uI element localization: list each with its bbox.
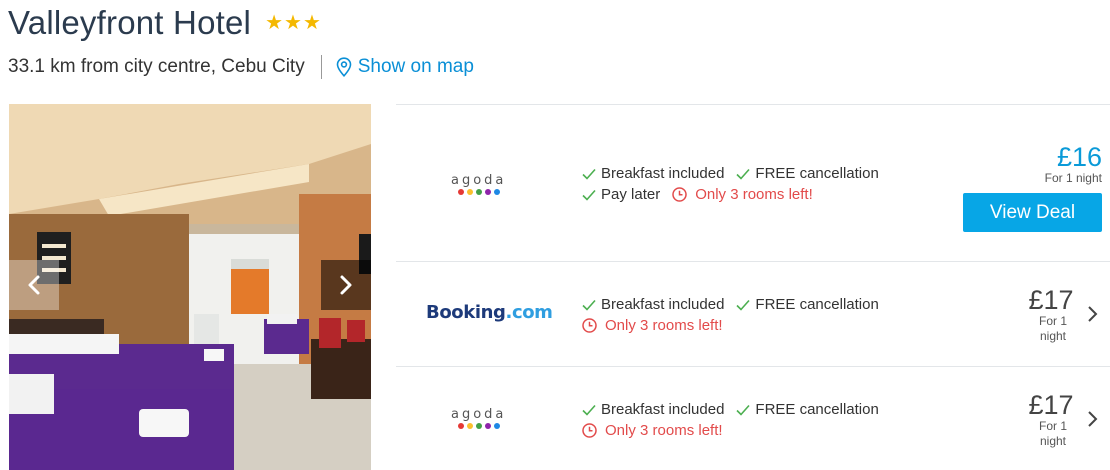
- photo-next-button[interactable]: [321, 260, 371, 310]
- hotel-location-row: 33.1 km from city centre, Cebu City Show…: [8, 55, 474, 79]
- rooms-left-warning: Only 3 rooms left!: [582, 315, 723, 336]
- agoda-logo-text: agoda: [451, 173, 507, 188]
- chevron-right-icon[interactable]: [1086, 410, 1098, 428]
- feature-free-cancellation: FREE cancellation: [736, 399, 879, 420]
- check-icon: [736, 168, 751, 180]
- clock-icon: [582, 423, 597, 438]
- show-on-map-label: Show on map: [357, 56, 474, 77]
- clock-icon: [582, 318, 597, 333]
- star-icon: ★: [265, 12, 284, 34]
- deal-list: agoda Breakfast included FREE cancellati…: [396, 104, 1110, 470]
- feature-free-cancellation: FREE cancellation: [736, 163, 879, 184]
- map-pin-icon: [336, 57, 352, 77]
- agoda-logo: agoda: [451, 407, 506, 429]
- price-note-line2: night: [1039, 329, 1067, 343]
- clock-icon: [672, 187, 687, 202]
- agoda-logo-text: agoda: [451, 407, 507, 422]
- deal-row-booking[interactable]: Booking.com Breakfast included FREE canc…: [396, 261, 1110, 366]
- hotel-header: Valleyfront Hotel ★ ★ ★: [8, 4, 321, 42]
- check-icon: [582, 168, 596, 180]
- hotel-photo[interactable]: [9, 104, 371, 470]
- check-icon: [582, 404, 596, 416]
- price-note: For 1 night: [1044, 171, 1102, 185]
- deal-price-block: £17 For 1 night: [1028, 391, 1074, 449]
- price-note-line1: For 1: [1038, 419, 1067, 433]
- agoda-logo: agoda: [451, 173, 506, 195]
- rooms-left-warning: Only 3 rooms left!: [672, 184, 813, 205]
- feature-pay-later: Pay later: [582, 184, 660, 205]
- chevron-right-icon[interactable]: [1086, 305, 1098, 323]
- check-icon: [736, 404, 751, 416]
- deal-features: Breakfast included FREE cancellation Pay…: [582, 163, 891, 205]
- chevron-left-icon: [28, 275, 40, 295]
- view-deal-button[interactable]: View Deal: [963, 193, 1102, 232]
- deal-price-block: £16 For 1 night View Deal: [963, 143, 1102, 232]
- price-note-line1: For 1: [1038, 314, 1067, 328]
- show-on-map-link[interactable]: Show on map: [336, 56, 474, 78]
- deal-price: £16: [1056, 142, 1102, 172]
- rooms-left-warning: Only 3 rooms left!: [582, 420, 723, 441]
- chevron-right-icon: [340, 275, 352, 295]
- deal-features: Breakfast included FREE cancellation Onl…: [582, 399, 891, 441]
- agoda-logo-dots: [457, 423, 500, 429]
- check-icon: [736, 299, 751, 311]
- star-rating: ★ ★ ★: [265, 13, 321, 33]
- deal-price: £17: [1028, 285, 1074, 315]
- check-icon: [582, 189, 596, 201]
- deal-row-agoda[interactable]: agoda Breakfast included FREE cancellati…: [396, 104, 1110, 261]
- deal-row-agoda[interactable]: agoda Breakfast included FREE cancellati…: [396, 366, 1110, 470]
- agoda-logo-dots: [457, 189, 500, 195]
- feature-breakfast: Breakfast included: [582, 163, 724, 184]
- deal-price: £17: [1028, 390, 1074, 420]
- feature-free-cancellation: FREE cancellation: [736, 294, 879, 315]
- booking-logo: Booking.com: [426, 302, 553, 323]
- feature-breakfast: Breakfast included: [582, 399, 724, 420]
- photo-prev-button[interactable]: [9, 260, 59, 310]
- hotel-distance: 33.1 km from city centre, Cebu City: [8, 56, 305, 77]
- check-icon: [582, 299, 596, 311]
- feature-breakfast: Breakfast included: [582, 294, 724, 315]
- divider: [320, 55, 322, 79]
- deal-price-block: £17 For 1 night: [1028, 286, 1074, 344]
- deal-features: Breakfast included FREE cancellation Onl…: [582, 294, 891, 336]
- star-icon: ★: [284, 12, 302, 34]
- hotel-name: Valleyfront Hotel: [8, 4, 252, 41]
- star-icon: ★: [302, 12, 321, 34]
- price-note-line2: night: [1039, 434, 1067, 448]
- hotel-room-image: [9, 104, 371, 470]
